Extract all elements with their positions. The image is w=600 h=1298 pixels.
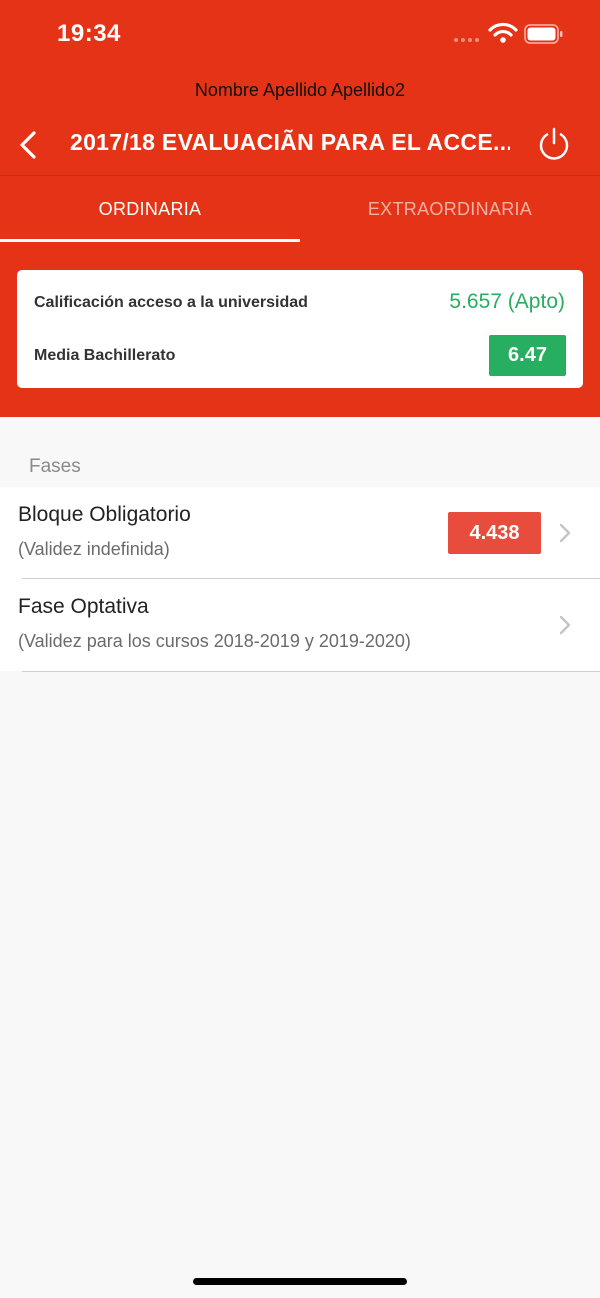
list-item-bloque-obligatorio[interactable]: Bloque Obligatorio (Validez indefinida) … <box>0 487 600 579</box>
app-header: 19:34 Nombre Apellido Apellido2 2017/18 … <box>0 0 600 417</box>
item-title: Bloque Obligatorio <box>18 503 191 526</box>
signal-icon <box>454 38 479 42</box>
back-chevron-icon[interactable] <box>14 128 44 162</box>
home-indicator[interactable] <box>193 1278 407 1285</box>
media-bachillerato-label: Media Bachillerato <box>34 347 176 364</box>
list-item-fase-optativa[interactable]: Fase Optativa (Validez para los cursos 2… <box>0 579 600 671</box>
page-title: 2017/18 EVALUACIÃN PARA EL ACCE... <box>70 129 510 155</box>
item-title: Fase Optativa <box>18 595 149 618</box>
access-grade-label: Calificación acceso a la universidad <box>34 294 308 311</box>
item-subtitle: (Validez indefinida) <box>18 539 170 559</box>
chevron-right-icon <box>559 523 571 543</box>
section-title-fases: Fases <box>29 456 81 477</box>
item-subtitle: (Validez para los cursos 2018-2019 y 201… <box>18 631 411 651</box>
status-bar: 19:34 <box>0 0 600 70</box>
row-separator <box>22 671 600 672</box>
power-icon[interactable] <box>536 126 572 162</box>
status-time: 19:34 <box>57 20 121 47</box>
user-name: Nombre Apellido Apellido2 <box>194 80 406 100</box>
media-bachillerato-badge: 6.47 <box>489 335 566 376</box>
grade-badge: 4.438 <box>448 512 541 554</box>
tab-extraordinaria[interactable]: EXTRAORDINARIA <box>300 176 600 242</box>
access-grade-value: 5.657 (Apto) <box>449 290 565 313</box>
tab-indicator <box>0 239 300 242</box>
chevron-right-icon <box>559 615 571 635</box>
tab-ordinaria[interactable]: ORDINARIA <box>0 176 300 242</box>
wifi-icon <box>488 22 518 43</box>
summary-card: Calificación acceso a la universidad 5.6… <box>17 270 583 388</box>
battery-icon <box>524 24 563 44</box>
